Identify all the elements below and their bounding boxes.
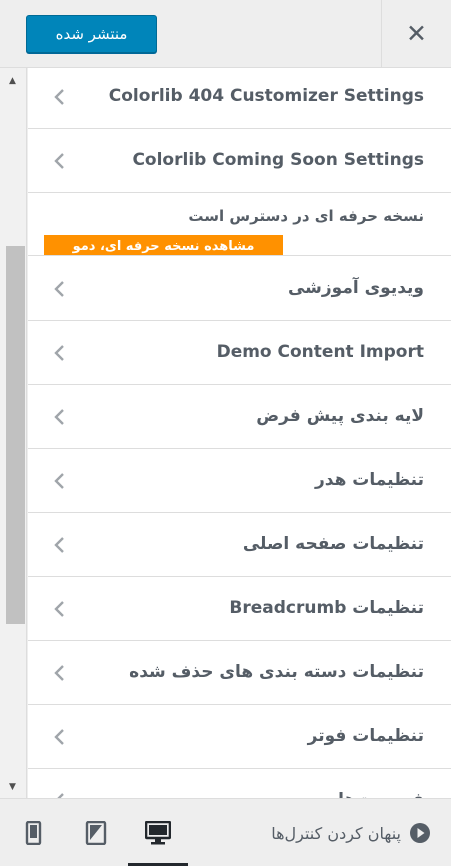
section-colorlib-404[interactable]: Colorlib 404 Customizer Settings: [28, 68, 451, 129]
section-video-tutorial[interactable]: ویدیوی آموزشی: [28, 257, 451, 321]
pro-version-notice: نسخه حرفه ای در دسترس است مشاهده نسخه حر…: [28, 193, 451, 256]
section-label: فهرست‌ها: [338, 769, 424, 798]
section-default-layout[interactable]: لایه بندی پیش فرض: [28, 385, 451, 449]
hide-controls-button[interactable]: پنهان کردن کنترل‌ها: [271, 799, 431, 866]
chevron-left-icon: [57, 793, 64, 798]
close-customizer-button[interactable]: ✕: [381, 0, 451, 67]
preview-tablet-button[interactable]: [66, 799, 126, 866]
chevron-left-icon: [54, 345, 64, 361]
section-label: لایه بندی پیش فرض: [256, 406, 424, 426]
customizer-footer: پنهان کردن کنترل‌ها: [0, 798, 451, 866]
section-footer-settings[interactable]: تنظیمات فوتر: [28, 705, 451, 769]
section-excluded-categories[interactable]: تنظیمات دسته بندی های حذف شده: [28, 641, 451, 705]
chevron-left-icon: [54, 153, 64, 169]
section-demo-content-import[interactable]: Demo Content Import: [28, 321, 451, 385]
chevron-left-icon: [54, 601, 64, 617]
chevron-left-icon: [54, 729, 64, 745]
section-breadcrumb-settings[interactable]: تنظیمات Breadcrumb: [28, 577, 451, 641]
section-label: تنظیمات صفحه اصلی: [242, 534, 424, 554]
chevron-left-icon: [54, 473, 64, 489]
close-icon: ✕: [406, 19, 427, 48]
section-label: Colorlib 404 Customizer Settings: [108, 86, 424, 106]
section-label: ویدیوی آموزشی: [287, 278, 424, 298]
chevron-left-icon: [54, 89, 64, 105]
scrollbar-thumb[interactable]: [6, 246, 25, 624]
section-menus[interactable]: فهرست‌ها: [28, 769, 451, 798]
section-label: Colorlib Coming Soon Settings: [132, 150, 424, 170]
preview-desktop-button[interactable]: [128, 799, 188, 866]
section-colorlib-coming-soon[interactable]: Colorlib Coming Soon Settings: [28, 129, 451, 193]
scroll-down-arrow-icon[interactable]: ▼: [9, 782, 16, 792]
section-label: تنظیمات هدر: [315, 470, 424, 490]
section-homepage-settings[interactable]: تنظیمات صفحه اصلی: [28, 513, 451, 577]
section-label: تنظیمات Breadcrumb: [229, 598, 424, 618]
section-header-settings[interactable]: تنظیمات هدر: [28, 449, 451, 513]
hide-controls-label: پنهان کردن کنترل‌ها: [271, 823, 401, 843]
chevron-left-icon: [54, 409, 64, 425]
preview-mobile-button[interactable]: [4, 799, 64, 866]
chevron-left-icon: [54, 281, 64, 297]
publish-button[interactable]: منتشر شده: [26, 15, 157, 53]
customizer-sections-panel: Colorlib 404 Customizer Settings Colorli…: [28, 68, 451, 798]
section-label: تنظیمات دسته بندی های حذف شده: [129, 662, 424, 682]
desktop-icon: [145, 821, 171, 845]
customizer-header: منتشر شده ✕: [0, 0, 451, 68]
section-label: Demo Content Import: [216, 342, 424, 362]
pro-notice-text: نسخه حرفه ای در دسترس است: [188, 207, 424, 225]
scroll-up-arrow-icon[interactable]: ▲: [9, 76, 16, 86]
view-pro-demo-button[interactable]: مشاهده نسخه حرفه ای، دمو: [44, 235, 283, 255]
chevron-left-icon: [54, 665, 64, 681]
tablet-icon: [85, 821, 107, 845]
mobile-icon: [25, 821, 42, 845]
section-label: تنظیمات فوتر: [307, 726, 424, 746]
chevron-left-icon: [54, 537, 64, 553]
collapse-play-icon: [410, 823, 430, 843]
